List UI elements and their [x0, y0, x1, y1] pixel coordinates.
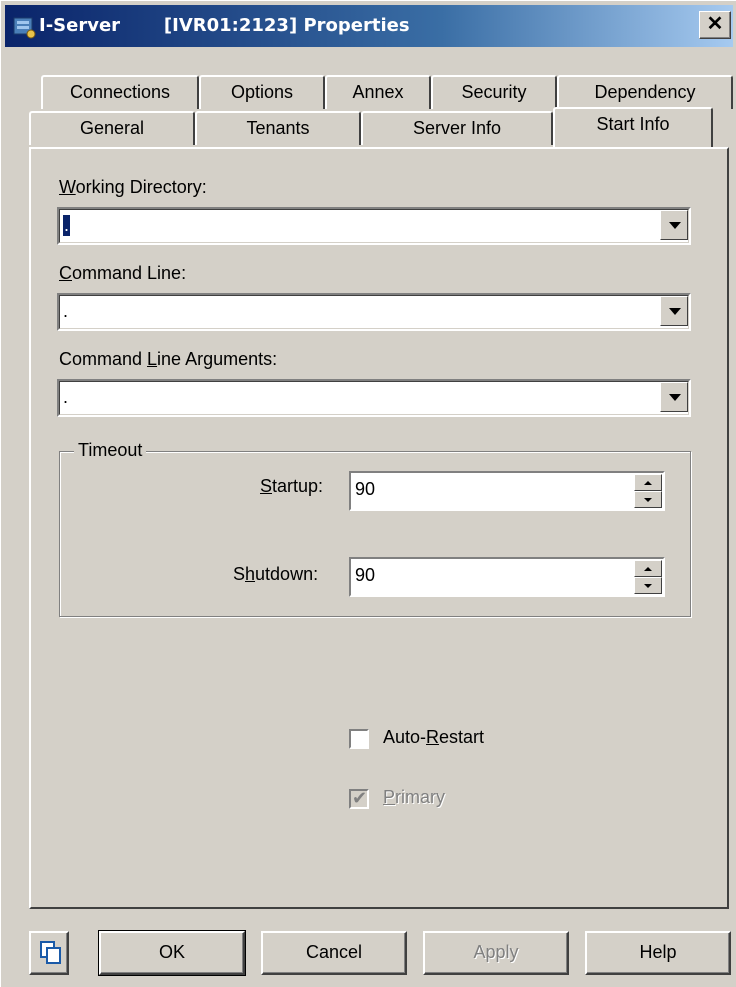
startup-increment-button[interactable] [634, 474, 662, 491]
tab-general[interactable]: General [29, 111, 195, 145]
auto-restart-label[interactable]: Auto-Restart [383, 727, 484, 748]
startup-spinner[interactable]: 90 [349, 471, 665, 511]
cancel-button[interactable]: Cancel [261, 931, 407, 975]
checkmark-icon: ✔ [352, 788, 368, 808]
working-directory-dropdown-button[interactable] [660, 210, 688, 240]
auto-restart-checkbox[interactable] [349, 729, 369, 749]
shutdown-increment-button[interactable] [634, 560, 662, 577]
command-line-label: Command Line: [59, 263, 187, 283]
tab-options[interactable]: Options [199, 75, 325, 109]
tab-security[interactable]: Security [431, 75, 557, 109]
shutdown-value[interactable]: 90 [355, 565, 375, 586]
copy-button[interactable] [29, 931, 69, 975]
close-button[interactable]: ✕ [699, 11, 731, 39]
working-directory-combo[interactable]: . [57, 207, 691, 245]
startup-value[interactable]: 90 [355, 479, 375, 500]
ok-button[interactable]: OK [98, 930, 246, 976]
chevron-down-icon [669, 308, 681, 315]
copy-icon [40, 941, 61, 964]
tab-annex[interactable]: Annex [325, 75, 431, 109]
startup-label: Startup: [260, 476, 324, 496]
command-line-arguments-value[interactable]: . [63, 387, 68, 408]
command-line-value[interactable]: . [63, 301, 68, 322]
apply-button[interactable]: Apply [423, 931, 569, 975]
arrow-up-icon [644, 481, 652, 485]
title-bar[interactable]: I-Server [IVR01:2123] Properties ✕ [5, 5, 733, 47]
shutdown-decrement-button[interactable] [634, 577, 662, 594]
close-icon: ✕ [706, 13, 724, 35]
tab-connections[interactable]: Connections [41, 75, 199, 109]
properties-dialog: I-Server [IVR01:2123] Properties ✕ Conne… [0, 0, 736, 987]
command-line-arguments-combo[interactable]: . [57, 379, 691, 417]
help-button[interactable]: Help [585, 931, 731, 975]
shutdown-spinner[interactable]: 90 [349, 557, 665, 597]
timeout-group-title: Timeout [74, 440, 147, 461]
command-line-combo[interactable]: . [57, 293, 691, 331]
tab-tenants[interactable]: Tenants [195, 111, 361, 145]
server-icon [13, 17, 36, 39]
chevron-down-icon [669, 222, 681, 229]
command-line-arguments-label: Command Line Arguments: [59, 349, 278, 369]
primary-label: Primary [383, 787, 446, 807]
command-line-arguments-dropdown-button[interactable] [660, 382, 688, 412]
tab-server-info[interactable]: Server Info [361, 111, 553, 145]
startup-decrement-button[interactable] [634, 491, 662, 508]
command-line-dropdown-button[interactable] [660, 296, 688, 326]
working-directory-label: Working Directory: [59, 177, 207, 197]
arrow-down-icon [644, 498, 652, 502]
arrow-up-icon [644, 567, 652, 571]
tab-dependency[interactable]: Dependency [557, 75, 733, 109]
working-directory-value[interactable]: . [63, 215, 71, 236]
primary-checkbox[interactable]: ✔ [349, 788, 369, 809]
window-title: I-Server [IVR01:2123] Properties [39, 15, 410, 36]
tab-start-info[interactable]: Start Info [553, 107, 713, 147]
arrow-down-icon [644, 584, 652, 588]
shutdown-label: Shutdown: [233, 564, 319, 584]
chevron-down-icon [669, 394, 681, 401]
